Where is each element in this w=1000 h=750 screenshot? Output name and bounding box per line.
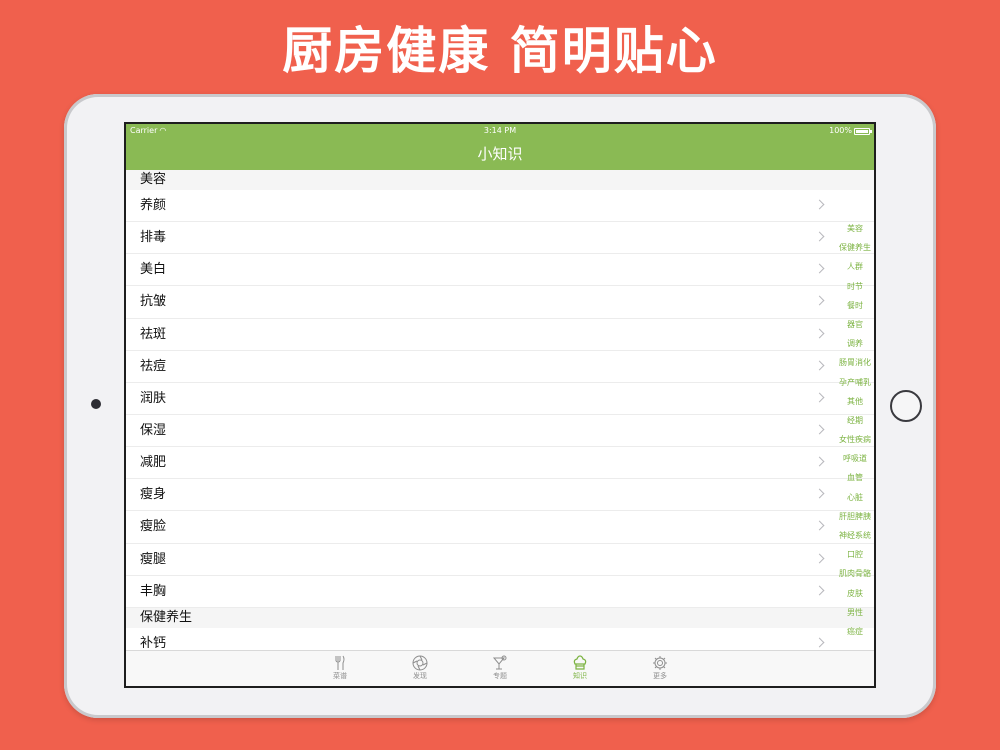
tab-label: 专题 bbox=[493, 672, 507, 680]
page-title: 小知识 bbox=[477, 145, 523, 163]
chevron-right-icon bbox=[814, 520, 825, 531]
tab-fork-knife[interactable]: 菜谱 bbox=[320, 651, 360, 686]
index-item[interactable]: 餐时 bbox=[826, 296, 874, 315]
promo-headline: 厨房健康 简明贴心 bbox=[282, 22, 718, 80]
knowledge-list[interactable]: 美容 养颜 排毒 美白 抗皱 祛斑 祛痘 润肤 保湿 减肥 瘦身 瘦脸 瘦腿 丰胸 保健养生 补钙 bbox=[126, 170, 874, 648]
index-item[interactable]: 癌症 bbox=[826, 622, 874, 641]
list-item-label: 养颜 bbox=[140, 198, 167, 213]
index-item[interactable]: 器官 bbox=[826, 315, 874, 334]
tab-label: 更多 bbox=[653, 672, 667, 680]
fork-knife-icon bbox=[320, 655, 360, 671]
battery-label: 100% bbox=[829, 126, 852, 135]
index-item[interactable]: 心脏 bbox=[826, 488, 874, 507]
list-item[interactable]: 排毒 bbox=[126, 222, 874, 255]
list-item-label: 润肤 bbox=[140, 390, 167, 406]
ipad-frame: Carrier ◠ 3:14 PM 100% 小知识 美容 养颜 排毒 美白 抗皱 祛斑 祛痘… bbox=[64, 94, 936, 718]
index-item[interactable]: 肝胆脾胰 bbox=[826, 507, 874, 526]
list-item[interactable]: 保湿 bbox=[126, 415, 874, 448]
list-item-label: 瘦腿 bbox=[140, 551, 167, 567]
list-item[interactable]: 祛斑 bbox=[126, 319, 874, 351]
index-item[interactable]: 美容 bbox=[826, 219, 874, 238]
list-item[interactable]: 润肤 bbox=[126, 383, 874, 415]
index-item[interactable]: 呼吸道 bbox=[826, 449, 874, 468]
index-item[interactable]: 皮肤 bbox=[826, 584, 874, 603]
chevron-right-icon bbox=[814, 637, 825, 648]
list-item-label: 瘦身 bbox=[140, 487, 167, 503]
list-item[interactable]: 养颜 bbox=[126, 190, 874, 223]
tab-chef-hat[interactable]: 知识 bbox=[560, 651, 600, 686]
index-item[interactable]: 神经系统 bbox=[826, 526, 874, 545]
list-item-label: 排毒 bbox=[140, 230, 167, 246]
index-item[interactable]: 调养 bbox=[826, 334, 874, 353]
chevron-right-icon bbox=[814, 360, 825, 371]
home-button[interactable] bbox=[890, 390, 922, 422]
list-item[interactable]: 美白 bbox=[126, 254, 874, 287]
index-item[interactable]: 其他 bbox=[826, 392, 874, 411]
list-item-label: 丰胸 bbox=[140, 583, 167, 599]
tab-gear[interactable]: 更多 bbox=[640, 651, 680, 686]
status-bar: Carrier ◠ 3:14 PM 100% bbox=[126, 124, 874, 138]
tab-aperture[interactable]: 发现 bbox=[400, 651, 440, 686]
status-time: 3:14 PM bbox=[483, 126, 517, 135]
list-item[interactable]: 瘦脸 bbox=[126, 511, 874, 544]
chevron-right-icon bbox=[814, 328, 825, 339]
section-index[interactable]: 美容 保健养生 人群 时节 餐时 器官 调养 肠胃消化 孕产哺乳 其他 经期 女性疾病 呼吸道 血管 心脏肝… bbox=[826, 219, 874, 641]
index-item[interactable]: 孕产哺乳 bbox=[826, 373, 874, 392]
chevron-right-icon bbox=[814, 295, 825, 306]
list-item-label: 祛斑 bbox=[140, 326, 167, 342]
list-item-label: 瘦脸 bbox=[140, 519, 167, 535]
chevron-right-icon bbox=[814, 199, 825, 210]
chevron-right-icon bbox=[814, 488, 825, 499]
list-item[interactable]: 补钙 bbox=[126, 628, 874, 648]
list-item-label: 祛痘 bbox=[140, 358, 167, 374]
app-screen: Carrier ◠ 3:14 PM 100% 小知识 美容 养颜 排毒 美白 抗皱 祛斑 祛痘… bbox=[124, 122, 876, 688]
chef-hat-icon bbox=[560, 655, 600, 671]
chevron-right-icon bbox=[814, 424, 825, 435]
tab-cocktail[interactable]: 专题 bbox=[480, 651, 520, 686]
battery-icon bbox=[854, 127, 872, 135]
list-item[interactable]: 祛痘 bbox=[126, 351, 874, 383]
index-item[interactable]: 肠胃消化 bbox=[826, 353, 874, 372]
index-item[interactable]: 女性疾病 bbox=[826, 430, 874, 449]
index-item[interactable]: 人群 bbox=[826, 257, 874, 276]
list-item-label: 补钙 bbox=[140, 635, 167, 648]
index-item[interactable]: 口腔 bbox=[826, 545, 874, 564]
chevron-right-icon bbox=[814, 392, 825, 403]
section-header: 保健养生 bbox=[126, 607, 874, 628]
tab-label: 菜谱 bbox=[333, 672, 347, 680]
index-item[interactable]: 血管 bbox=[826, 468, 874, 487]
index-item[interactable]: 经期 bbox=[826, 411, 874, 430]
list-item[interactable]: 减肥 bbox=[126, 447, 874, 480]
index-item[interactable]: 男性 bbox=[826, 603, 874, 622]
index-item[interactable]: 保健养生 bbox=[826, 238, 874, 257]
list-item-label: 美白 bbox=[140, 262, 167, 278]
tab-bar: 菜谱 发现 专题 知识 更多 bbox=[126, 650, 874, 686]
index-item[interactable]: 肌肉骨骼 bbox=[826, 564, 874, 583]
list-item[interactable]: 瘦身 bbox=[126, 479, 874, 512]
chevron-right-icon bbox=[814, 585, 825, 596]
status-battery: 100% bbox=[829, 124, 872, 138]
list-item[interactable]: 丰胸 bbox=[126, 576, 874, 608]
list-item-label: 减肥 bbox=[140, 455, 167, 471]
chevron-right-icon bbox=[814, 263, 825, 274]
chevron-right-icon bbox=[814, 553, 825, 563]
tab-label: 知识 bbox=[573, 672, 587, 680]
aperture-icon bbox=[400, 655, 440, 671]
list-item-label: 抗皱 bbox=[140, 294, 167, 310]
list-item[interactable]: 抗皱 bbox=[126, 286, 874, 319]
section-header: 美容 bbox=[126, 170, 874, 190]
camera-icon bbox=[91, 399, 101, 409]
list-item-label: 保湿 bbox=[140, 422, 167, 438]
gear-icon bbox=[640, 655, 680, 671]
chevron-right-icon bbox=[814, 231, 825, 242]
navigation-bar: Carrier ◠ 3:14 PM 100% 小知识 bbox=[126, 124, 874, 170]
cocktail-icon bbox=[480, 655, 520, 671]
index-item[interactable]: 时节 bbox=[826, 277, 874, 296]
tab-label: 发现 bbox=[413, 672, 427, 680]
chevron-right-icon bbox=[814, 456, 825, 467]
list-item[interactable]: 瘦腿 bbox=[126, 544, 874, 576]
